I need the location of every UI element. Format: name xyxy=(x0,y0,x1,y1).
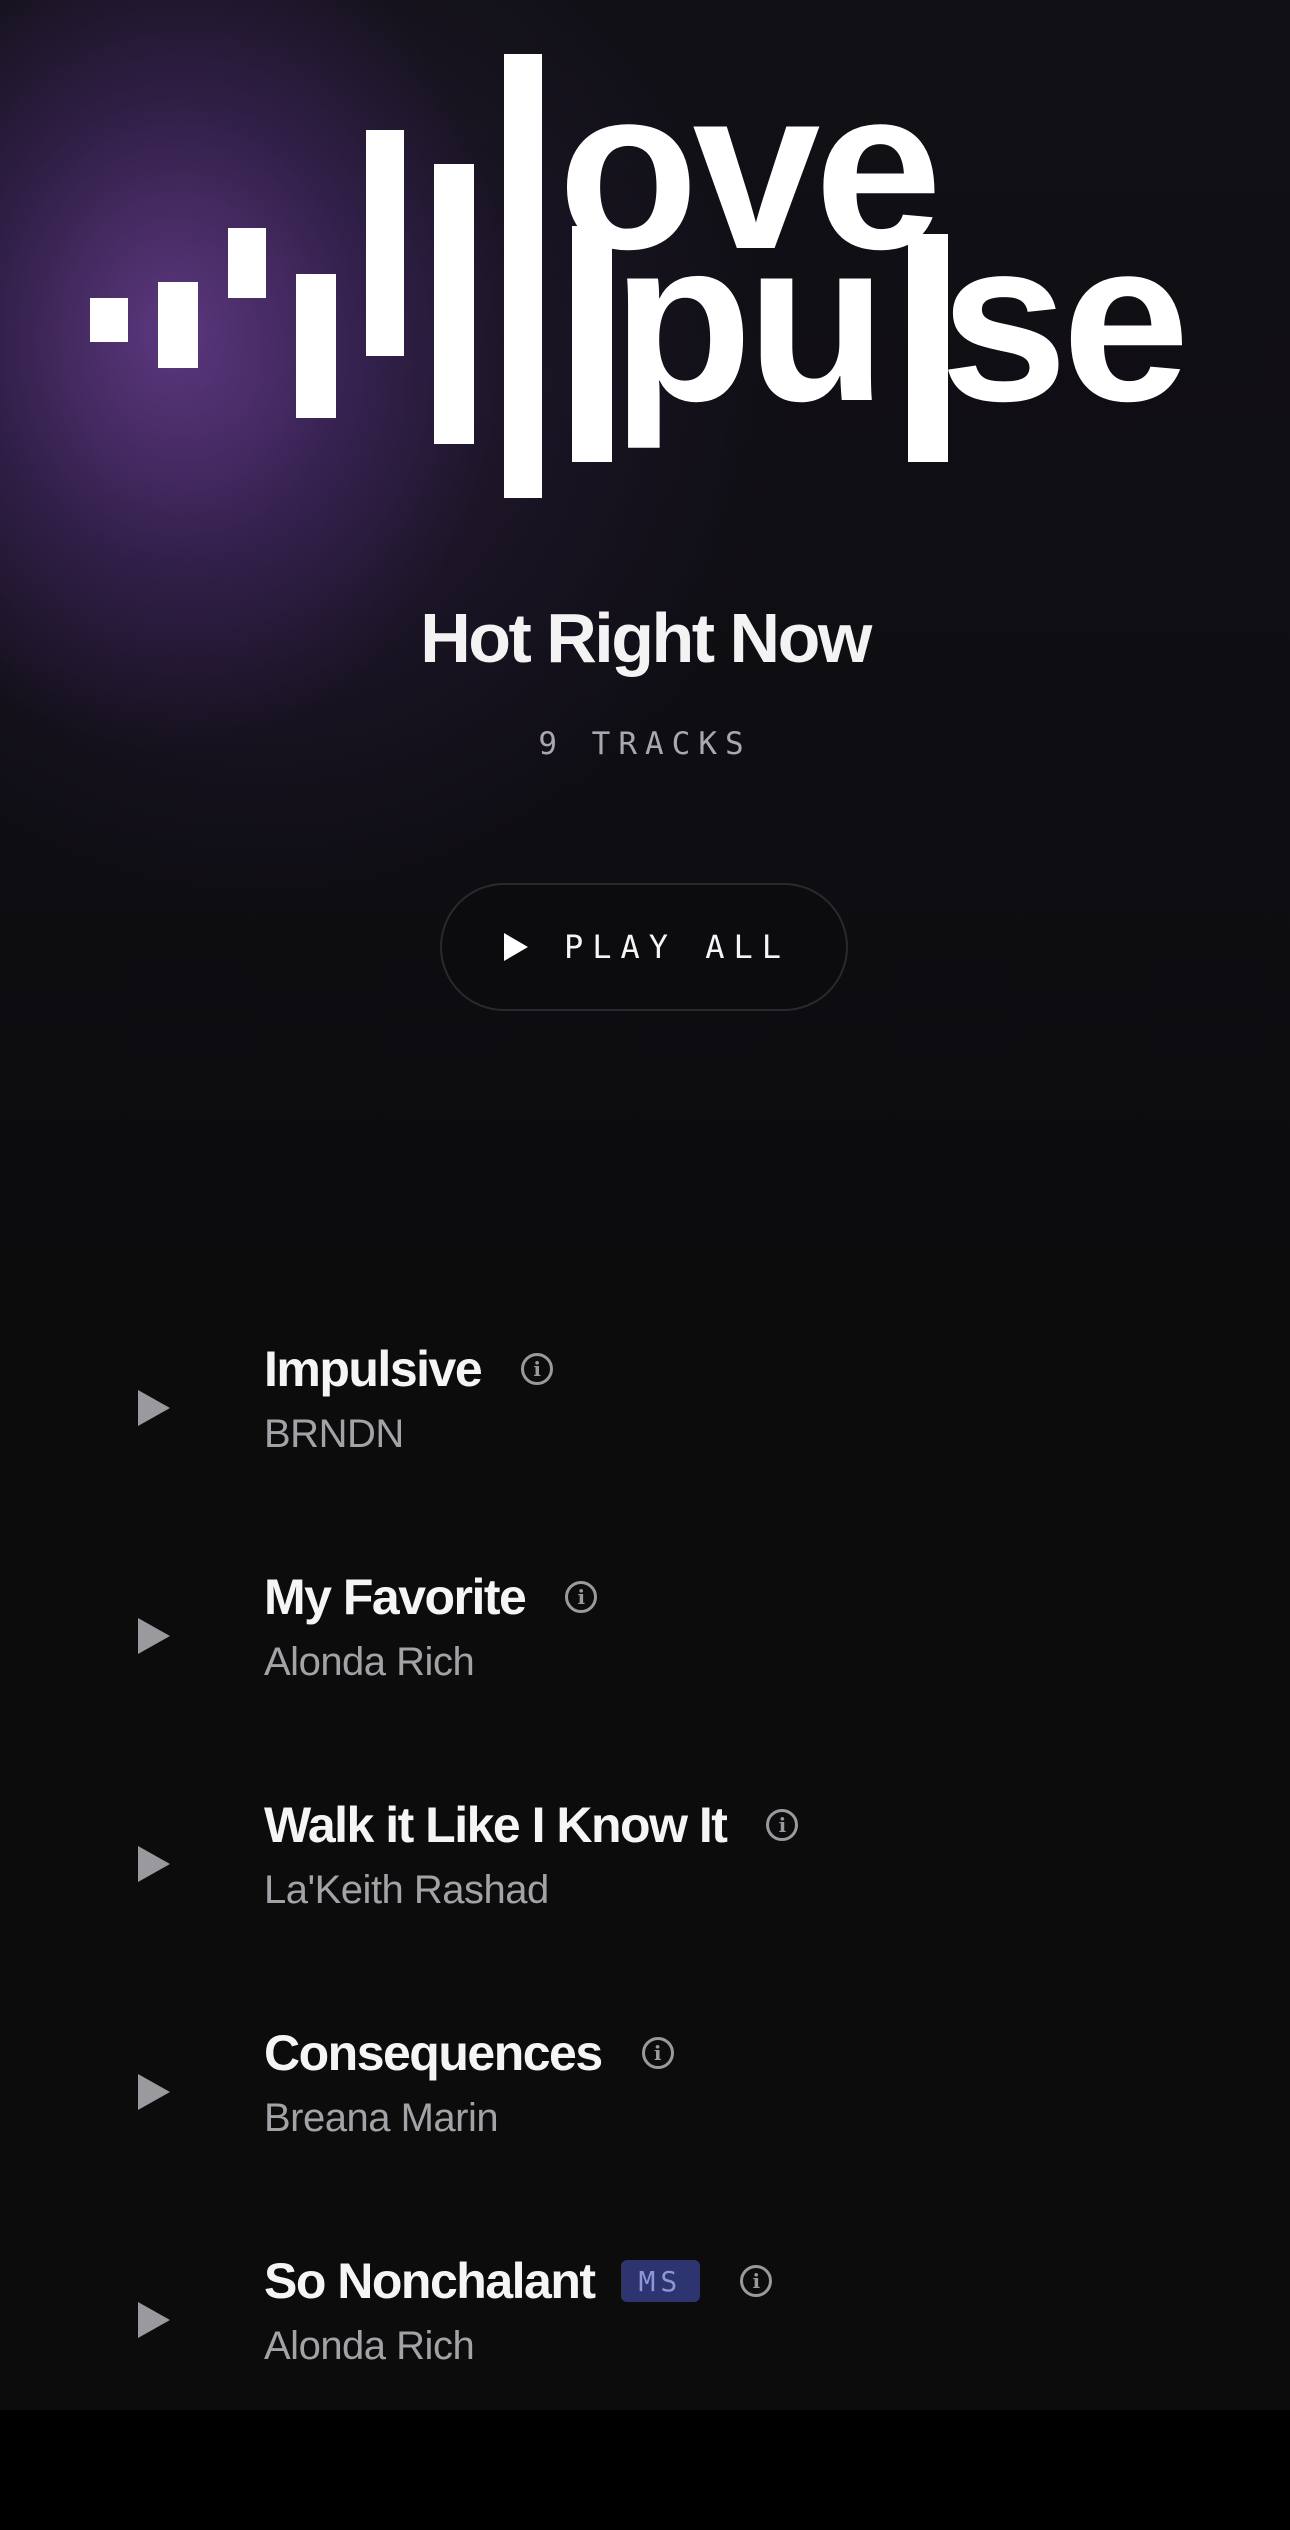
track-title: So Nonchalant xyxy=(264,2253,596,2309)
track-title: My Favorite xyxy=(264,1569,527,1625)
track-title-row: Impulsive i xyxy=(264,1340,554,1398)
logo-word-bottom: pu xyxy=(612,192,881,449)
play-icon[interactable] xyxy=(138,1846,170,1882)
info-icon[interactable]: i xyxy=(521,1353,554,1385)
track-row[interactable]: Consequences i Breana Marin xyxy=(0,2004,1290,2232)
track-row[interactable]: My Favorite i Alonda Rich xyxy=(0,1548,1290,1776)
track-row[interactable]: Walk it Like I Know It i La'Keith Rashad xyxy=(0,1776,1290,2004)
track-artist: Alonda Rich xyxy=(264,1640,475,1684)
track-badge: MS xyxy=(620,2260,701,2302)
track-row[interactable]: So Nonchalant MS i Alonda Rich xyxy=(0,2232,1290,2410)
track-title: Impulsive xyxy=(264,1341,483,1397)
track-title-row: Walk it Like I Know It i xyxy=(264,1796,799,1854)
bottom-bar xyxy=(0,2410,1290,2530)
info-icon[interactable]: i xyxy=(565,1581,598,1613)
play-icon xyxy=(503,933,528,961)
play-all-label: PLAY ALL xyxy=(563,928,791,966)
playlist-title: Hot Right Now xyxy=(420,599,872,677)
track-artist: Breana Marin xyxy=(264,2096,499,2140)
track-artist: La'Keith Rashad xyxy=(264,1868,549,1912)
track-artist: BRNDN xyxy=(264,1412,404,1456)
track-title-row: My Favorite i xyxy=(264,1568,598,1626)
track-row[interactable]: Impulsive i BRNDN xyxy=(0,1320,1290,1548)
logo-word-bottom-end: se xyxy=(940,192,1184,449)
track-count: 9 TRACKS xyxy=(538,726,752,762)
lovepulse-logo: ove pu se xyxy=(90,40,1190,498)
track-title: Walk it Like I Know It xyxy=(264,1797,728,1853)
info-icon[interactable]: i xyxy=(766,1809,799,1841)
track-title-row: So Nonchalant MS i xyxy=(264,2252,773,2310)
play-icon[interactable] xyxy=(138,2074,170,2110)
play-icon[interactable] xyxy=(138,2302,170,2338)
track-title-row: Consequences i xyxy=(264,2024,674,2082)
play-all-button[interactable]: PLAY ALL xyxy=(440,883,848,1011)
track-artist: Alonda Rich xyxy=(264,2324,475,2368)
play-icon[interactable] xyxy=(138,1618,170,1654)
info-icon[interactable]: i xyxy=(740,2265,773,2297)
track-title: Consequences xyxy=(264,2025,603,2081)
playlist-page: ove pu se Hot Right Now 9 TRACKS PLAY AL… xyxy=(0,0,1290,2410)
play-icon[interactable] xyxy=(138,1390,170,1426)
info-icon[interactable]: i xyxy=(641,2037,674,2069)
